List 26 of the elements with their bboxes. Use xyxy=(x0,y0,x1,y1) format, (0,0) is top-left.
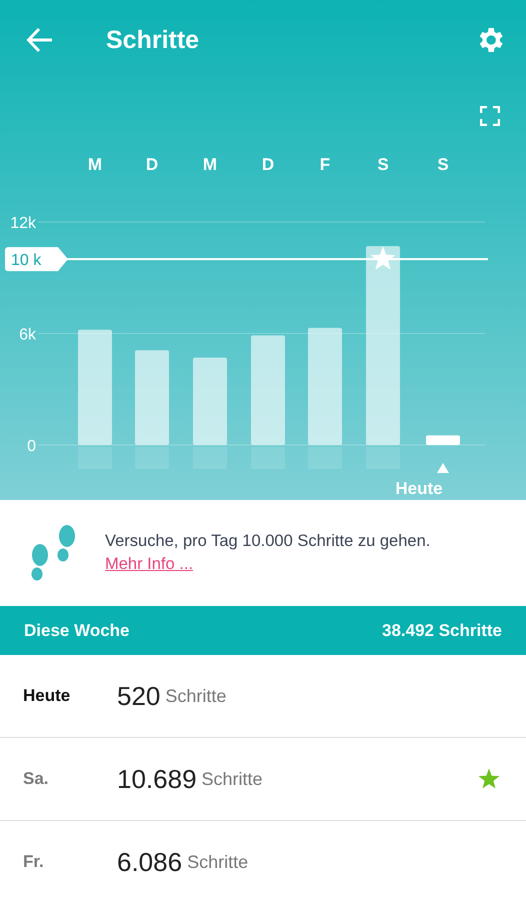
day-name: Fr. xyxy=(23,852,45,872)
day-label: M xyxy=(88,155,102,174)
screen-title: Schritte xyxy=(106,26,200,54)
day-name: Heute xyxy=(23,686,72,706)
step-unit: Schritte xyxy=(165,686,228,706)
step-unit: Schritte xyxy=(202,768,264,790)
week-label: Diese Woche xyxy=(24,620,130,640)
step-count: 6.086 xyxy=(117,846,182,878)
axis-label: 0 xyxy=(27,438,36,455)
step-count: 520 xyxy=(117,680,160,712)
today-label: Heute xyxy=(395,479,443,498)
day-name: Sa. xyxy=(23,769,50,789)
day-label: M xyxy=(202,155,218,174)
day-label: S xyxy=(377,155,389,174)
day-label: D xyxy=(262,155,274,174)
step-count: 10.689 xyxy=(117,764,197,794)
week-total: 38.492 Schritte xyxy=(382,620,502,640)
day-label: D xyxy=(146,155,158,174)
axis-label: 12k xyxy=(10,215,36,232)
axis-label: 6k xyxy=(19,326,36,344)
day-label: F xyxy=(320,155,330,174)
day-label: S xyxy=(437,155,449,174)
goal-badge: 10 k xyxy=(5,247,68,272)
step-unit: Schritte xyxy=(187,852,250,872)
goal-hint: Versuche, pro Tag 10.000 Schritte zu gehen. xyxy=(105,532,430,551)
ref-line-label: 10 k xyxy=(11,252,42,270)
